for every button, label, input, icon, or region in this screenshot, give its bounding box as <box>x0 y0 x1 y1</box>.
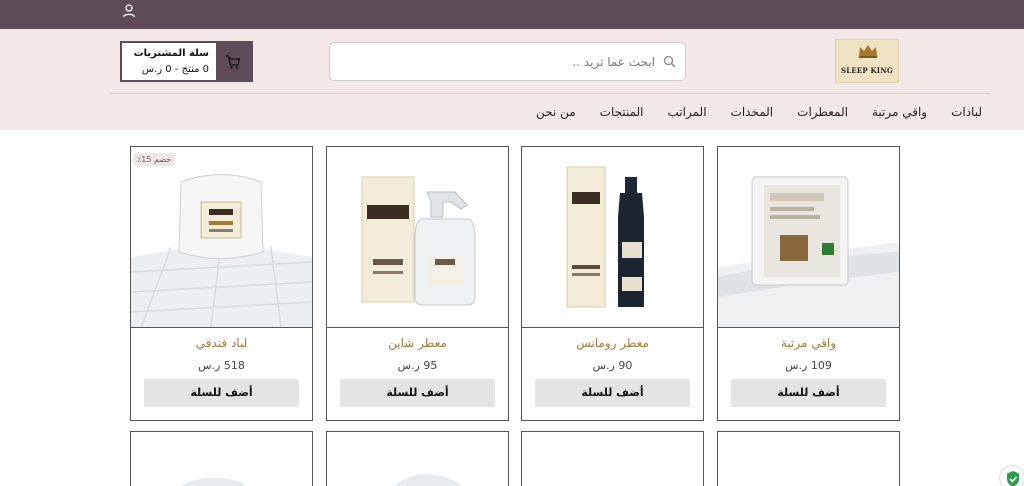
nav-item-mattress-protector[interactable]: واقي مرتبة <box>872 105 927 119</box>
brand-name: SLEEP KING <box>840 66 894 75</box>
product-card: واقي مرتبة 109 ر.س أضف للسلة <box>717 146 900 421</box>
product-image[interactable] <box>327 147 508 328</box>
search-input[interactable] <box>340 50 655 74</box>
product-card: خصم 15٪ لباد فندقي 518 ر.س أضف للسلة <box>130 146 313 421</box>
shield-icon <box>1007 471 1019 486</box>
cart-summary: 0 منتج - 0 ر.س <box>141 64 209 75</box>
nav-item-mattresses[interactable]: المراتب <box>668 105 707 119</box>
nav-item-fresheners[interactable]: المعطرات <box>797 105 848 119</box>
cart-button[interactable] <box>216 43 251 80</box>
product-card <box>521 431 704 486</box>
product-price: 109 ر.س <box>785 359 832 372</box>
crown-icon <box>859 45 877 58</box>
product-image <box>180 477 245 486</box>
product-name[interactable]: معطر شاين <box>327 336 508 350</box>
nav-item-about[interactable]: من نحن <box>536 105 576 119</box>
top-bar <box>0 0 1024 29</box>
product-image[interactable] <box>131 147 312 328</box>
romance-perfume-image <box>522 147 703 327</box>
product-image[interactable] <box>522 147 703 328</box>
cart-icon <box>226 55 241 69</box>
product-name[interactable]: لباد فندقي <box>131 336 312 350</box>
nav-item-toppers[interactable]: لبادات <box>951 105 982 119</box>
product-name[interactable]: معطر رومانس <box>522 336 703 350</box>
add-to-cart-button[interactable]: أضف للسلة <box>731 379 886 407</box>
header-divider <box>110 93 990 94</box>
add-to-cart-button[interactable]: أضف للسلة <box>535 379 690 407</box>
product-price: 90 ر.س <box>592 359 633 372</box>
cart-title: سلة المشتريات <box>133 48 209 59</box>
search-box <box>329 42 686 81</box>
shine-spray-image <box>327 147 508 327</box>
nav-item-pillows[interactable]: المخدات <box>731 105 774 119</box>
nav-item-products[interactable]: المنتجات <box>600 105 644 119</box>
search-icon[interactable] <box>663 55 676 68</box>
product-name[interactable]: واقي مرتبة <box>718 336 899 350</box>
product-price: 518 ر.س <box>198 359 245 372</box>
product-card <box>717 431 900 486</box>
add-to-cart-button[interactable]: أضف للسلة <box>340 379 495 407</box>
main-nav: من نحن المنتجات المراتب المخدات المعطرات… <box>536 105 982 119</box>
mattress-protector-image <box>718 147 899 327</box>
product-card <box>130 431 313 486</box>
user-icon[interactable] <box>121 3 137 19</box>
product-card: معطر شاين 95 ر.س أضف للسلة <box>326 146 509 421</box>
brand-logo[interactable]: SLEEP KING <box>835 39 899 83</box>
product-card: معطر رومانس 90 ر.س أضف للسلة <box>521 146 704 421</box>
add-to-cart-button[interactable]: أضف للسلة <box>144 379 299 407</box>
product-card <box>326 431 509 486</box>
hotel-topper-image <box>131 147 312 327</box>
product-price: 95 ر.س <box>397 359 438 372</box>
discount-badge: خصم 15٪ <box>133 153 176 166</box>
header: SLEEP KING سلة المشتريات 0 منتج - 0 ر.س … <box>0 29 1024 130</box>
product-image[interactable] <box>718 147 899 328</box>
product-image <box>393 474 461 486</box>
cart-widget[interactable]: سلة المشتريات 0 منتج - 0 ر.س <box>120 41 253 82</box>
security-shield-icon[interactable] <box>999 465 1024 486</box>
